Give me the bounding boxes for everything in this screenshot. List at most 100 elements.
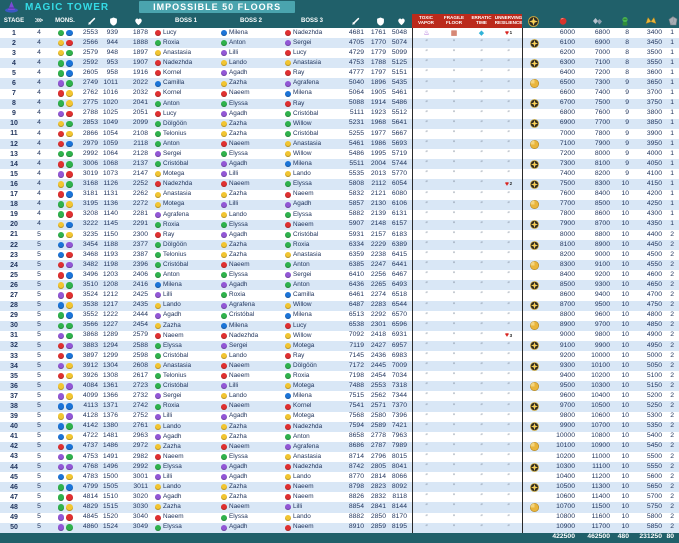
hero-attack[interactable]: 4142 — [80, 422, 103, 432]
hazard-cell-0[interactable]: ″ — [412, 68, 440, 78]
reward-stones[interactable]: 2 — [667, 412, 679, 422]
reward-gems[interactable]: 11200 — [580, 472, 615, 482]
hazard-cell-2[interactable]: ″ — [468, 179, 495, 189]
hazard-cell-2[interactable]: ″ — [468, 200, 495, 210]
hazard-cell-1[interactable]: ″ — [440, 210, 468, 220]
hazard-cell-3[interactable]: ″ — [495, 200, 522, 210]
boss-1-cell[interactable]: Cristóbal — [153, 351, 219, 361]
hazard-cell-2[interactable]: ″ — [468, 381, 495, 391]
stage-number[interactable]: 41 — [0, 432, 28, 442]
hazard-cell-3[interactable]: ″ — [495, 492, 522, 502]
hazard-cell-3[interactable]: ″ — [495, 220, 522, 230]
boss-hp[interactable]: 6570 — [391, 311, 412, 321]
hero-hp[interactable]: 2281 — [123, 210, 153, 220]
boss-1-cell[interactable]: Ray — [153, 230, 219, 240]
monster-elements[interactable] — [50, 381, 80, 391]
reward-gold[interactable]: 10500 — [545, 482, 580, 492]
hazard-cell-1[interactable]: ″ — [440, 391, 468, 401]
hero-attack[interactable]: 4814 — [80, 492, 103, 502]
hazard-cell-0[interactable]: ″ — [412, 301, 440, 311]
hazard-cell-3[interactable]: ″ — [495, 169, 522, 179]
bonus-cell[interactable] — [522, 351, 545, 361]
reward-feathers[interactable]: 3850 — [634, 119, 667, 129]
boss-hp[interactable]: 6131 — [391, 210, 412, 220]
boss-1-cell[interactable]: Telonius — [153, 129, 219, 139]
hazard-cell-2[interactable]: ◆ — [468, 28, 495, 38]
hero-attack[interactable]: 3868 — [80, 331, 103, 341]
boss-hp[interactable]: 5099 — [391, 48, 412, 58]
boss-hp[interactable]: 6157 — [391, 220, 412, 230]
monster-elements[interactable] — [50, 280, 80, 290]
bonus-cell[interactable] — [522, 129, 545, 139]
hero-hp[interactable]: 2032 — [123, 89, 153, 99]
stage-number[interactable]: 47 — [0, 492, 28, 502]
hero-defense[interactable]: 1376 — [103, 412, 123, 422]
boss-2-cell[interactable]: Agadh — [219, 462, 283, 472]
reward-goblins[interactable]: 9 — [615, 139, 634, 149]
boss-1-cell[interactable]: Anastasia — [153, 361, 219, 371]
hero-hp[interactable]: 3030 — [123, 502, 153, 512]
boss-1-cell[interactable]: Dölgöön — [153, 119, 219, 129]
reward-feathers[interactable]: 5250 — [634, 401, 667, 411]
boss-hp[interactable]: 8195 — [391, 523, 412, 533]
monster-elements[interactable] — [50, 119, 80, 129]
reward-feathers[interactable]: 5750 — [634, 502, 667, 512]
hazard-cell-1[interactable]: ″ — [440, 371, 468, 381]
wave-count[interactable]: 4 — [28, 68, 50, 78]
hazard-cell-2[interactable]: ″ — [468, 502, 495, 512]
hero-defense[interactable]: 1510 — [103, 492, 123, 502]
hazard-cell-3[interactable]: ″ — [495, 38, 522, 48]
monster-elements[interactable] — [50, 401, 80, 411]
hero-defense[interactable]: 1150 — [103, 230, 123, 240]
stage-number[interactable]: 19 — [0, 210, 28, 220]
hero-attack[interactable]: 2979 — [80, 139, 103, 149]
hazard-cell-1[interactable]: ″ — [440, 412, 468, 422]
reward-goblins[interactable]: 9 — [615, 78, 634, 88]
hazard-cell-1[interactable]: ″ — [440, 432, 468, 442]
boss-1-cell[interactable]: Telonius — [153, 371, 219, 381]
hazard-cell-0[interactable]: ″ — [412, 462, 440, 472]
reward-gold[interactable]: 10800 — [545, 513, 580, 523]
boss-defense[interactable]: 2292 — [369, 311, 391, 321]
reward-feathers[interactable]: 4650 — [634, 280, 667, 290]
hazard-cell-3[interactable]: ″ — [495, 401, 522, 411]
hero-defense[interactable]: 1524 — [103, 523, 123, 533]
monster-elements[interactable] — [50, 230, 80, 240]
boss-2-cell[interactable]: Zazha — [219, 482, 283, 492]
hero-attack[interactable]: 4128 — [80, 412, 103, 422]
boss-2-cell[interactable]: Lilli — [219, 381, 283, 391]
reward-gold[interactable]: 8700 — [545, 301, 580, 311]
hero-attack[interactable]: 2605 — [80, 68, 103, 78]
waves-icon[interactable]: ⋙ — [28, 14, 50, 28]
reward-gems[interactable]: 8600 — [580, 210, 615, 220]
boss-defense[interactable]: 2832 — [369, 492, 391, 502]
stage-number[interactable]: 50 — [0, 523, 28, 533]
reward-goblins[interactable]: 9 — [615, 89, 634, 99]
reward-gold[interactable]: 8800 — [545, 311, 580, 321]
stage-number[interactable]: 24 — [0, 260, 28, 270]
hazard-cell-1[interactable]: ″ — [440, 78, 468, 88]
boss-hp[interactable]: 6931 — [391, 331, 412, 341]
hazard-cell-2[interactable]: ″ — [468, 311, 495, 321]
bonus-cell[interactable] — [522, 270, 545, 280]
reward-feathers[interactable]: 5550 — [634, 462, 667, 472]
hazard-cell-1[interactable]: ″ — [440, 361, 468, 371]
boss-defense[interactable]: 1761 — [369, 28, 391, 38]
hero-hp[interactable]: 2108 — [123, 129, 153, 139]
hazard-cell-2[interactable]: ″ — [468, 341, 495, 351]
reward-goblins[interactable]: 9 — [615, 109, 634, 119]
hazard-cell-3[interactable]: ″ — [495, 472, 522, 482]
reward-stones[interactable]: 2 — [667, 422, 679, 432]
boss-hp[interactable]: 8118 — [391, 492, 412, 502]
boss-3-cell[interactable]: Ray — [283, 68, 341, 78]
wave-count[interactable]: 5 — [28, 280, 50, 290]
reward-stones[interactable]: 2 — [667, 442, 679, 452]
stage-number[interactable]: 2 — [0, 38, 28, 48]
bonus-cell[interactable] — [522, 240, 545, 250]
hazard-cell-0[interactable]: ″ — [412, 492, 440, 502]
hero-defense[interactable]: 1131 — [103, 190, 123, 200]
stage-number[interactable]: 20 — [0, 220, 28, 230]
boss-hp[interactable]: 6493 — [391, 280, 412, 290]
col-boss1[interactable]: BOSS 1 — [153, 14, 219, 28]
hazard-cell-3[interactable]: ″ — [495, 48, 522, 58]
